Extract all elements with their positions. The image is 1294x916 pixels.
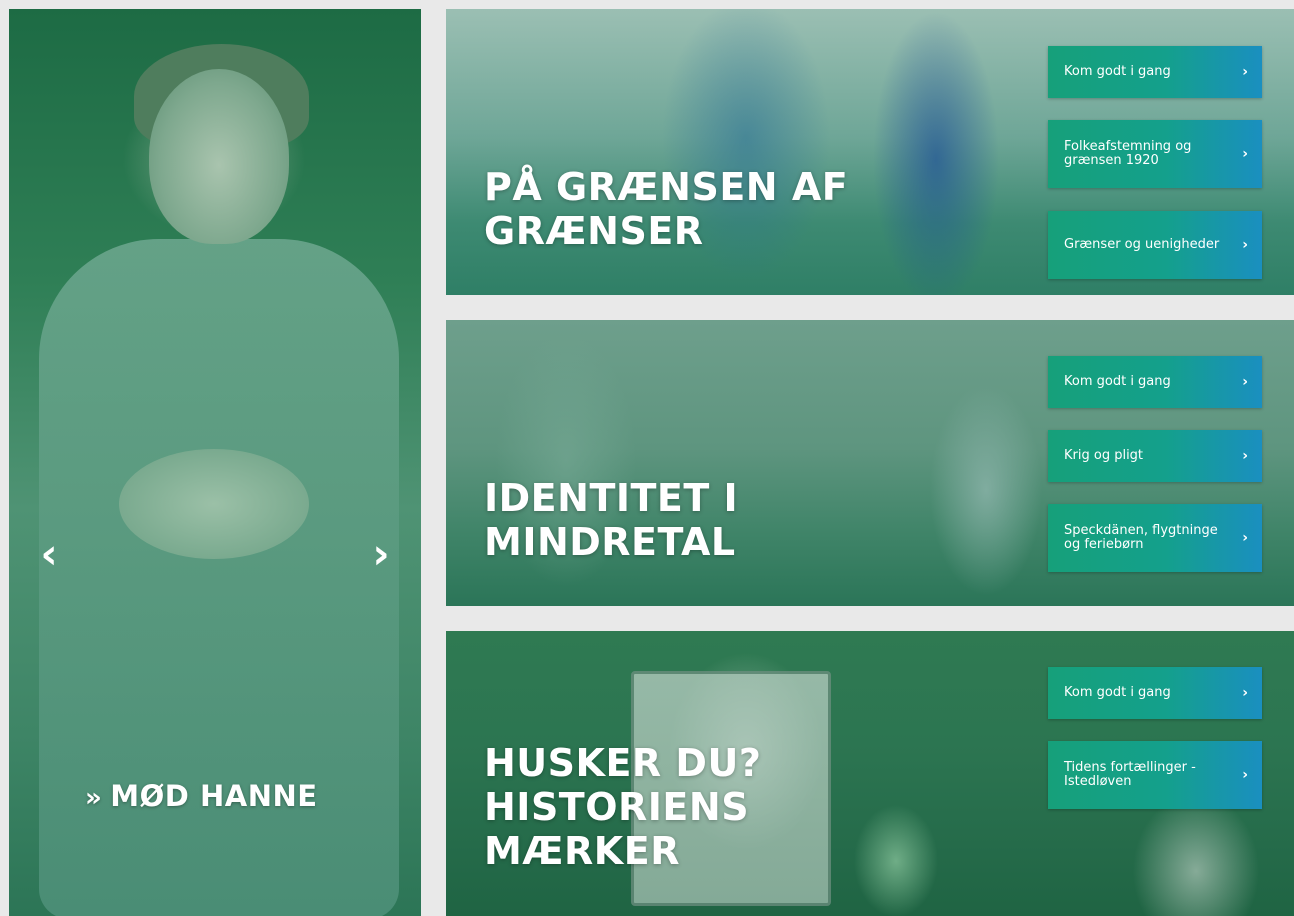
button-label: Speckdänen, flygtninge og feriebørn bbox=[1064, 523, 1218, 552]
chevron-right-icon[interactable]: › bbox=[361, 524, 401, 584]
theme-panel-borders[interactable]: PÅ GRÆNSEN AF GRÆNSER Kom godt i gang › … bbox=[446, 9, 1294, 295]
panel-title: HUSKER DU? HISTORIENS MÆRKER bbox=[484, 741, 761, 873]
chevron-right-icon: › bbox=[1242, 685, 1248, 701]
button-label: Kom godt i gang bbox=[1064, 64, 1171, 79]
button-label: Folkeafstemning og grænsen 1920 bbox=[1064, 139, 1192, 168]
chevron-left-icon[interactable]: ‹ bbox=[29, 524, 69, 584]
theme-panel-identity[interactable]: IDENTITET I MINDRETAL Kom godt i gang › … bbox=[446, 320, 1294, 606]
chevron-right-icon: › bbox=[1242, 374, 1248, 390]
chevron-right-icon: › bbox=[1242, 767, 1248, 783]
panel-title: PÅ GRÆNSEN AF GRÆNSER bbox=[484, 165, 848, 253]
istedloven-button[interactable]: Tidens fortællinger - Istedløven › bbox=[1048, 741, 1262, 809]
plebiscite-1920-button[interactable]: Folkeafstemning og grænsen 1920 › bbox=[1048, 120, 1262, 188]
panel-title: IDENTITET I MINDRETAL bbox=[484, 476, 738, 564]
button-label: Tidens fortællinger - Istedløven bbox=[1064, 760, 1196, 789]
double-chevron-right-icon: » bbox=[85, 783, 103, 813]
button-label: Krig og pligt bbox=[1064, 448, 1144, 463]
panel-title-line: IDENTITET I bbox=[484, 476, 739, 520]
hero-photo-face bbox=[149, 69, 289, 244]
chevron-right-icon: › bbox=[1242, 237, 1248, 253]
panel-title-line: HISTORIENS bbox=[484, 785, 750, 829]
panel-title-line: GRÆNSER bbox=[484, 209, 704, 253]
war-and-duty-button[interactable]: Krig og pligt › bbox=[1048, 430, 1262, 482]
theme-panel-memory[interactable]: HUSKER DU? HISTORIENS MÆRKER Kom godt i … bbox=[446, 631, 1294, 916]
button-label: Kom godt i gang bbox=[1064, 374, 1171, 389]
chevron-right-icon: › bbox=[1242, 448, 1248, 464]
get-started-button[interactable]: Kom godt i gang › bbox=[1048, 356, 1262, 408]
button-label: Kom godt i gang bbox=[1064, 685, 1171, 700]
get-started-button[interactable]: Kom godt i gang › bbox=[1048, 46, 1262, 98]
meet-hanne-label: MØD HANNE bbox=[110, 779, 318, 813]
panel-title-line: HUSKER DU? bbox=[484, 741, 762, 785]
chevron-right-icon: › bbox=[1242, 64, 1248, 80]
chevron-right-icon: › bbox=[1242, 530, 1248, 546]
meet-hanne-link[interactable]: » MØD HANNE bbox=[85, 779, 318, 813]
panel-title-line: MINDRETAL bbox=[484, 520, 736, 564]
hero-photo-hands bbox=[119, 449, 309, 559]
chevron-right-icon: › bbox=[1242, 146, 1248, 162]
speckdanen-refugees-button[interactable]: Speckdänen, flygtninge og feriebørn › bbox=[1048, 504, 1262, 572]
button-label: Grænser og uenigheder bbox=[1064, 237, 1220, 252]
get-started-button[interactable]: Kom godt i gang › bbox=[1048, 667, 1262, 719]
panel-title-line: MÆRKER bbox=[484, 829, 680, 873]
borders-disagreements-button[interactable]: Grænser og uenigheder › bbox=[1048, 211, 1262, 279]
panel-title-line: PÅ GRÆNSEN AF bbox=[484, 165, 849, 209]
hero-photo-figure bbox=[39, 239, 399, 916]
hero-slider[interactable]: ‹ › » MØD HANNE bbox=[9, 9, 421, 916]
